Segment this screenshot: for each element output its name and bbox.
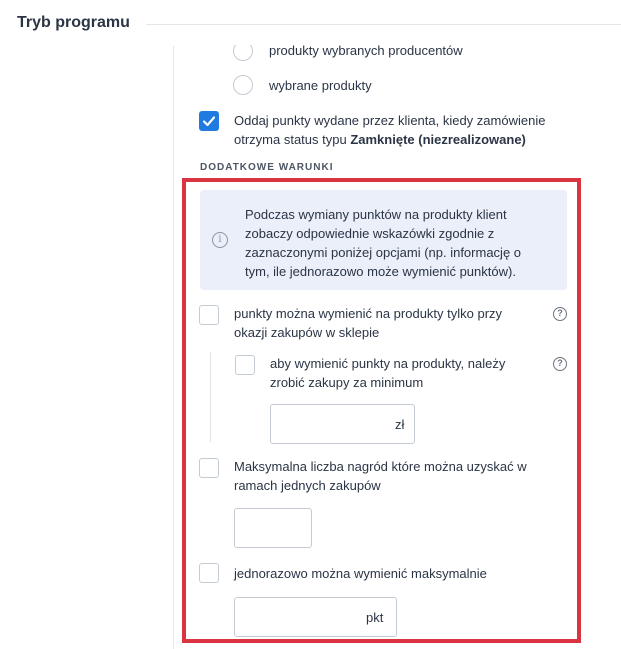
points-unit: pkt xyxy=(366,610,384,625)
info-text: Podczas wymiany punktów na produkty klie… xyxy=(245,207,522,279)
help-icon[interactable]: ? xyxy=(553,307,567,321)
max-points-label: jednorazowo można wymienić maksymalnie xyxy=(234,566,487,581)
minimum-purchase-input[interactable] xyxy=(270,404,415,444)
minimum-purchase-checkbox[interactable] xyxy=(235,355,255,375)
max-rewards-input[interactable] xyxy=(234,508,312,548)
scroll-clip xyxy=(175,30,621,45)
checkmark-icon xyxy=(202,116,216,127)
content-left-border xyxy=(173,46,174,649)
radio-label-selected-manufacturers: produkty wybranych producentów xyxy=(269,43,463,58)
return-points-label: Oddaj punkty wydane przez klienta, kiedy… xyxy=(234,111,564,149)
minimum-purchase-label: aby wymienić punkty na produkty, należy … xyxy=(270,356,506,390)
max-rewards-checkbox[interactable] xyxy=(199,458,219,478)
currency-unit: zł xyxy=(395,417,405,432)
title-divider xyxy=(146,24,621,25)
help-icon[interactable]: ? xyxy=(553,357,567,371)
only-with-purchase-checkbox[interactable] xyxy=(199,305,219,325)
radio-label-selected-products: wybrane produkty xyxy=(269,78,372,93)
additional-conditions-caption: DODATKOWE WARUNKI xyxy=(200,162,334,173)
max-points-checkbox[interactable] xyxy=(199,563,219,583)
info-icon: i xyxy=(212,232,228,248)
nested-indent-line xyxy=(210,352,211,442)
radio-selected-products[interactable] xyxy=(233,75,253,95)
section-title: Tryb programu xyxy=(17,14,130,31)
only-with-purchase-label: punkty można wymienić na produkty tylko … xyxy=(234,306,503,340)
max-rewards-label: Maksymalna liczba nagród które można uzy… xyxy=(234,459,527,493)
return-points-checkbox[interactable] xyxy=(199,111,219,131)
return-points-status: Zamknięte (niezrealizowane) xyxy=(350,132,526,147)
